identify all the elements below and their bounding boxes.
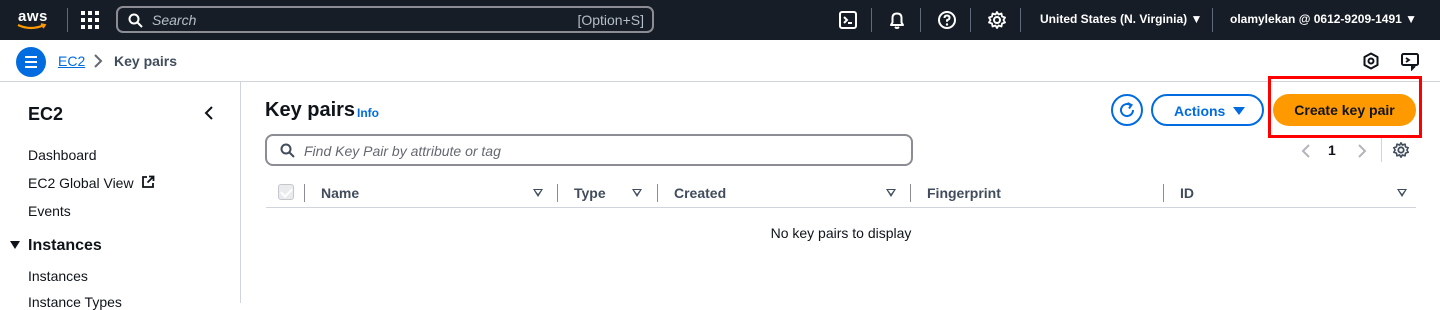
- column-header-type[interactable]: Type: [574, 185, 606, 201]
- column-divider: [657, 184, 658, 202]
- nav-divider: [1020, 8, 1021, 32]
- search-icon: [128, 13, 143, 28]
- create-key-pair-button[interactable]: Create key pair: [1273, 94, 1416, 126]
- sidebar-section-label: Instances: [28, 237, 102, 254]
- page-title: Key pairs: [265, 99, 356, 121]
- sort-icon[interactable]: [533, 189, 543, 197]
- nav-divider: [970, 8, 971, 32]
- empty-state-message: No key pairs to display: [770, 225, 912, 241]
- cloudshell-icon[interactable]: [838, 10, 858, 30]
- actions-button[interactable]: Actions: [1151, 94, 1264, 126]
- region-selector[interactable]: United States (N. Virginia) ▼: [1040, 12, 1202, 26]
- pager-divider: [1381, 138, 1382, 162]
- external-link-icon: [142, 175, 155, 188]
- sort-icon[interactable]: [1397, 189, 1407, 197]
- sidebar-item-label: EC2 Global View: [28, 175, 134, 191]
- column-divider: [304, 184, 305, 202]
- nav-divider: [920, 8, 921, 32]
- filter-placeholder: Find Key Pair by attribute or tag: [304, 143, 501, 159]
- sidebar-title: EC2: [28, 104, 64, 124]
- column-header-created[interactable]: Created: [674, 185, 726, 201]
- chevron-right-icon: [94, 54, 103, 68]
- refresh-icon: [1120, 102, 1135, 118]
- collapse-sidebar-icon[interactable]: [203, 105, 215, 121]
- table-settings-icon[interactable]: [1392, 141, 1410, 159]
- next-page-icon[interactable]: [1356, 143, 1368, 159]
- info-link[interactable]: Info: [357, 106, 379, 120]
- top-navigation: aws Search [Option+S] United States (N. …: [0, 0, 1440, 40]
- filter-input[interactable]: Find Key Pair by attribute or tag: [265, 134, 913, 166]
- select-all-checkbox: [278, 184, 294, 200]
- aws-logo[interactable]: aws: [16, 6, 52, 34]
- breadcrumb-current: Key pairs: [114, 53, 178, 69]
- search-input[interactable]: Search [Option+S]: [116, 6, 654, 33]
- sidebar-section-instances[interactable]: Instances: [10, 237, 102, 255]
- region-label: United States (N. Virginia): [1040, 12, 1188, 26]
- search-shortcut: [Option+S]: [577, 12, 644, 28]
- refresh-button[interactable]: [1111, 94, 1143, 126]
- page-number[interactable]: 1: [1328, 142, 1336, 158]
- menu-toggle-button[interactable]: [16, 47, 46, 77]
- column-divider: [557, 184, 558, 202]
- shield-icon[interactable]: [1362, 52, 1380, 70]
- column-divider: [910, 184, 911, 202]
- search-placeholder: Search: [152, 12, 197, 28]
- sidebar-item-instances[interactable]: Instances: [28, 268, 88, 284]
- nav-divider: [871, 8, 872, 32]
- account-label: olamylekan @ 0612-9209-1491: [1230, 12, 1402, 26]
- feedback-icon[interactable]: [1400, 51, 1420, 71]
- column-header-fingerprint[interactable]: Fingerprint: [927, 185, 1001, 201]
- caret-down-icon: ▼: [1190, 12, 1203, 26]
- previous-page-icon[interactable]: [1300, 143, 1312, 159]
- caret-down-icon: ▼: [1405, 12, 1418, 26]
- nav-divider: [67, 8, 68, 32]
- sort-icon[interactable]: [632, 189, 642, 197]
- nav-divider: [1212, 8, 1213, 32]
- column-header-name[interactable]: Name: [321, 185, 359, 201]
- sidebar: EC2 Dashboard EC2 Global View Events Ins…: [0, 82, 241, 310]
- column-header-id[interactable]: ID: [1180, 185, 1194, 201]
- sidebar-item-dashboard[interactable]: Dashboard: [28, 147, 97, 163]
- search-icon: [280, 143, 295, 158]
- breadcrumb-ec2-link[interactable]: EC2: [58, 53, 85, 69]
- sidebar-item-instance-types[interactable]: Instance Types: [28, 294, 122, 310]
- sidebar-item-global-view[interactable]: EC2 Global View: [28, 175, 155, 191]
- gear-icon[interactable]: [987, 10, 1007, 30]
- breadcrumb-bar: EC2 Key pairs: [0, 40, 1440, 82]
- caret-down-icon: [10, 241, 20, 249]
- account-menu[interactable]: olamylekan @ 0612-9209-1491 ▼: [1230, 12, 1417, 26]
- sidebar-item-events[interactable]: Events: [28, 203, 71, 219]
- services-grid-icon[interactable]: [81, 11, 99, 29]
- bell-icon[interactable]: [887, 10, 907, 30]
- table-header: Name Type Created Fingerprint ID: [266, 178, 1416, 208]
- caret-down-icon: [1233, 107, 1245, 115]
- column-divider: [1163, 184, 1164, 202]
- sort-icon[interactable]: [886, 189, 896, 197]
- actions-label: Actions: [1174, 103, 1226, 119]
- help-icon[interactable]: [937, 10, 957, 30]
